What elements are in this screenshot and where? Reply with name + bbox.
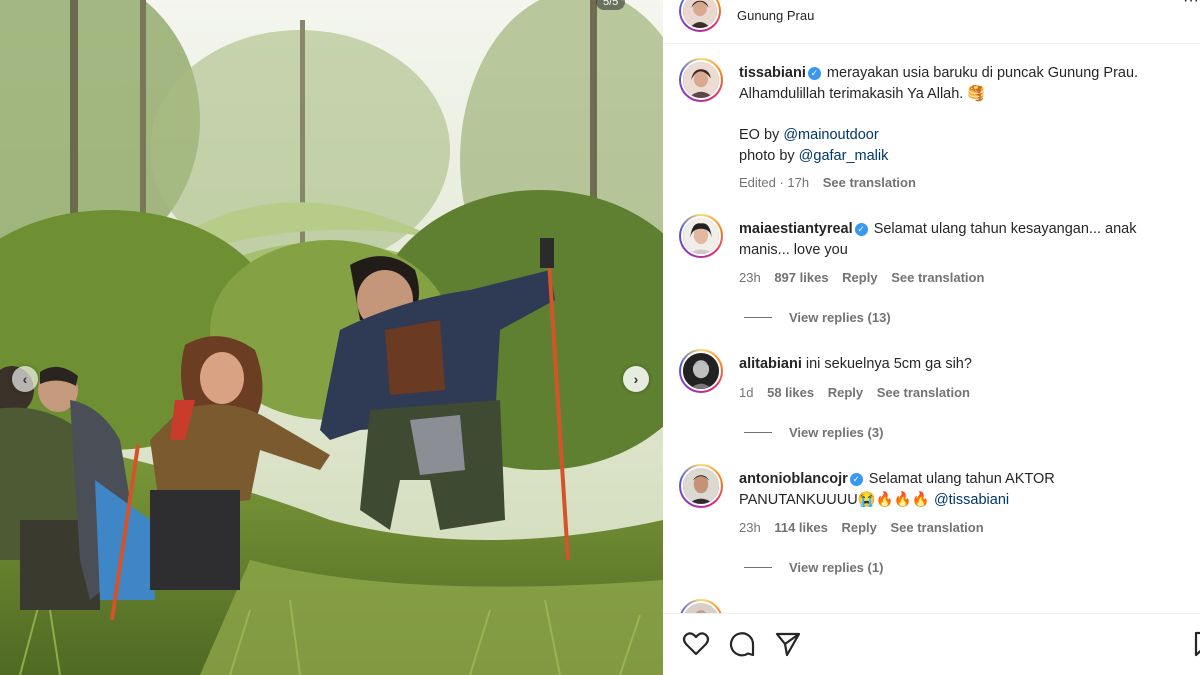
- mention-link[interactable]: @gafar_malik: [799, 148, 889, 164]
- avatar-image: [683, 353, 719, 389]
- avatar[interactable]: [679, 0, 721, 32]
- avatar[interactable]: [679, 464, 723, 508]
- see-translation-link[interactable]: See translation: [891, 270, 984, 285]
- comment-icon[interactable]: [728, 630, 756, 658]
- comment-meta: 23h 114 likes Reply See translation: [739, 520, 994, 535]
- comment-time: 23h: [739, 270, 761, 285]
- reply-button[interactable]: Reply: [841, 520, 876, 535]
- view-replies-label: View replies (3): [789, 425, 884, 440]
- view-replies-label: View replies (13): [789, 310, 891, 325]
- action-bar: [663, 613, 1200, 675]
- caption-edited-time: Edited · 17h: [739, 175, 810, 190]
- avatar[interactable]: [679, 349, 723, 393]
- comment-time: 1d: [739, 385, 754, 400]
- bookmark-icon[interactable]: [1191, 630, 1200, 658]
- reply-button[interactable]: Reply: [828, 385, 863, 400]
- comment: alitabiani ini sekuelnya 5cm ga sih?: [739, 354, 1179, 375]
- comment-meta: 1d 58 likes Reply See translation: [739, 385, 980, 400]
- share-icon[interactable]: [774, 630, 802, 658]
- avatar-image: [683, 218, 719, 254]
- comment-likes[interactable]: 58 likes: [767, 385, 814, 400]
- avatar[interactable]: [679, 58, 723, 102]
- verified-icon: ✓: [807, 67, 821, 80]
- comment-username[interactable]: maiaestiantyreal: [739, 221, 853, 237]
- caption-text-line2: Alhamdulillah terimakasih Ya Allah. 🥞: [739, 86, 986, 102]
- mention-link[interactable]: @tissabiani: [934, 492, 1009, 508]
- mention-link[interactable]: @mainoutdoor: [783, 127, 878, 143]
- comment-likes[interactable]: 114 likes: [774, 520, 828, 535]
- chevron-left-icon[interactable]: ‹: [12, 366, 38, 392]
- avatar-image: [683, 62, 719, 98]
- chevron-right-icon[interactable]: ›: [623, 366, 649, 392]
- view-replies-button[interactable]: View replies (13): [744, 310, 891, 325]
- comment-likes[interactable]: 897 likes: [774, 270, 828, 285]
- verified-icon: ✓: [849, 473, 863, 486]
- photo-counter: 5/5: [596, 0, 626, 10]
- verified-icon: ✓: [854, 223, 868, 236]
- comment-text-line1: Selamat ulang tahun AKTOR: [868, 471, 1055, 487]
- divider: [744, 317, 772, 318]
- view-replies-button[interactable]: View replies (1): [744, 560, 883, 575]
- avatar-image: [683, 468, 719, 504]
- heart-icon[interactable]: [682, 630, 710, 658]
- comment: maiaestiantyreal ✓ Selamat ulang tahun ke…: [739, 219, 1179, 261]
- comment-text: ini sekuelnya 5cm ga sih?: [805, 356, 972, 372]
- caption-eo-prefix: EO by: [739, 127, 784, 143]
- post-header: Gunung Prau ···: [663, 0, 1200, 44]
- divider: [744, 432, 772, 433]
- view-replies-label: View replies (1): [789, 560, 884, 575]
- caption-username[interactable]: tissabiani: [739, 65, 806, 81]
- caption-text-line1: merayakan usia baruku di puncak Gunung P…: [826, 65, 1139, 81]
- post-side-panel: Gunung Prau ··· tissabiani ✓ merayakan us…: [663, 0, 1200, 675]
- post-location[interactable]: Gunung Prau: [737, 8, 814, 23]
- caption-photo-prefix: photo by: [739, 148, 799, 164]
- see-translation-link[interactable]: See translation: [823, 175, 916, 190]
- divider: [744, 567, 772, 568]
- see-translation-link[interactable]: See translation: [877, 385, 970, 400]
- more-icon[interactable]: ···: [1183, 0, 1199, 10]
- view-replies-button[interactable]: View replies (3): [744, 425, 883, 440]
- post-caption: tissabiani ✓ merayakan usia baruku di pun…: [739, 63, 1179, 167]
- comment-username[interactable]: alitabiani: [739, 356, 802, 372]
- hiking-photo-image: [0, 0, 663, 675]
- caption-meta: Edited · 17h See translation: [739, 175, 926, 190]
- avatar[interactable]: [679, 214, 723, 258]
- comment-text-line2: PANUTANKUUUU😭🔥🔥🔥: [739, 492, 934, 508]
- comment-meta: 23h 897 likes Reply See translation: [739, 270, 994, 285]
- reply-button[interactable]: Reply: [842, 270, 877, 285]
- see-translation-link[interactable]: See translation: [890, 520, 983, 535]
- comment-time: 23h: [739, 520, 761, 535]
- post-photo[interactable]: 5/5 ‹ ›: [0, 0, 663, 675]
- comment-username[interactable]: antonioblancojr: [739, 471, 848, 487]
- avatar-image: [683, 0, 717, 28]
- comment: antonioblancojr ✓ Selamat ulang tahun AKT…: [739, 469, 1179, 511]
